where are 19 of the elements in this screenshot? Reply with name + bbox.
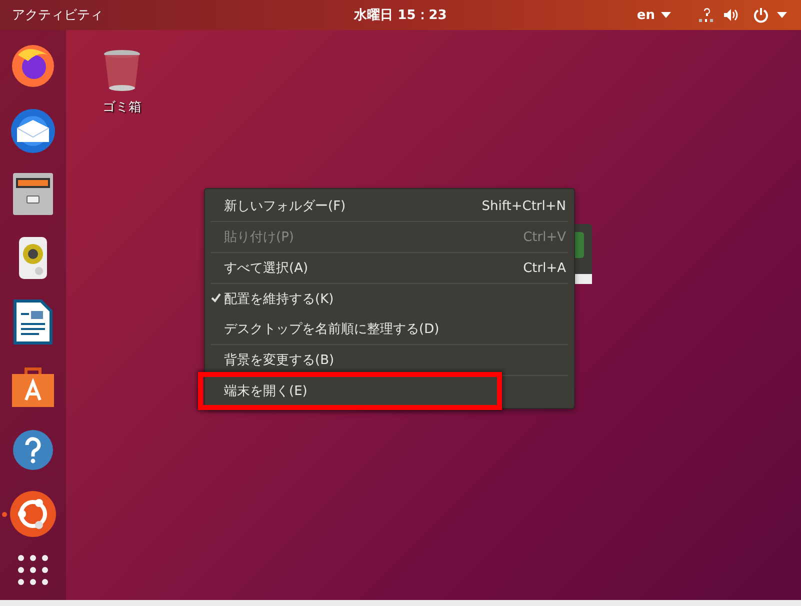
activities-button[interactable]: アクティビティ: [12, 6, 103, 24]
trash-can-icon[interactable]: [102, 48, 142, 92]
circle-of-friends-icon[interactable]: [9, 490, 57, 538]
clock[interactable]: 水曜日 15：23: [354, 6, 447, 24]
file-cabinet-icon[interactable]: [12, 172, 54, 216]
power-icon[interactable]: [753, 7, 769, 23]
menu-item[interactable]: 配置を維持する(K): [205, 284, 574, 314]
menu-item[interactable]: 背景を変更する(B): [205, 345, 574, 375]
caret-icon[interactable]: [777, 12, 787, 18]
menu-item[interactable]: すべて選択(A) Ctrl+A: [205, 253, 574, 283]
menu-item[interactable]: デスクトップを名前順に整理する(D): [205, 314, 574, 344]
input-source-menu[interactable]: en: [636, 8, 655, 22]
caret-icon: [661, 12, 671, 18]
document-icon[interactable]: [13, 299, 53, 345]
menu-item[interactable]: 新しいフォルダー(F) Shift+Ctrl+N: [205, 191, 574, 221]
desktop-icon-label[interactable]: ゴミ箱: [102, 98, 142, 116]
help-icon[interactable]: [12, 429, 54, 471]
volume-icon[interactable]: [723, 8, 739, 22]
app-grid-icon[interactable]: [17, 554, 49, 586]
